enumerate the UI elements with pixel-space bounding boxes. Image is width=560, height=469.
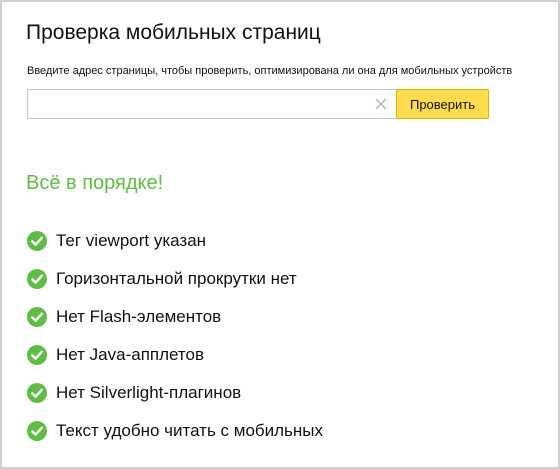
url-check-form: Проверить: [27, 89, 489, 119]
close-icon[interactable]: [374, 97, 388, 111]
page-title: Проверка мобильных страниц: [26, 21, 321, 44]
list-item: Горизонтальной прокрутки нет: [27, 260, 323, 298]
check-list: Тег viewport указан Горизонтальной прокр…: [27, 222, 323, 450]
list-item: Нет Silverlight-плагинов: [27, 374, 323, 412]
check-label: Горизонтальной прокрутки нет: [56, 269, 297, 288]
result-heading: Всё в порядке!: [26, 172, 164, 194]
check-circle-icon: [27, 383, 47, 403]
check-label: Нет Silverlight-плагинов: [56, 383, 242, 402]
url-input-wrapper: [27, 89, 396, 119]
list-item: Нет Flash-элементов: [27, 298, 323, 336]
page-description: Введите адрес страницы, чтобы проверить,…: [27, 65, 513, 77]
check-circle-icon: [27, 345, 47, 365]
check-circle-icon: [27, 307, 47, 327]
check-button[interactable]: Проверить: [396, 89, 489, 119]
check-circle-icon: [27, 269, 47, 289]
url-input[interactable]: [28, 90, 370, 118]
check-circle-icon: [27, 421, 47, 441]
check-label: Нет Flash-элементов: [56, 307, 222, 326]
check-label: Текст удобно читать с мобильных: [56, 421, 324, 440]
list-item: Текст удобно читать с мобильных: [27, 412, 323, 450]
page-frame: Проверка мобильных страниц Введите адрес…: [0, 0, 560, 469]
check-circle-icon: [27, 231, 47, 251]
check-label: Тег viewport указан: [56, 231, 207, 250]
list-item: Тег viewport указан: [27, 222, 323, 260]
list-item: Нет Java-апплетов: [27, 336, 323, 374]
check-label: Нет Java-апплетов: [56, 345, 205, 364]
